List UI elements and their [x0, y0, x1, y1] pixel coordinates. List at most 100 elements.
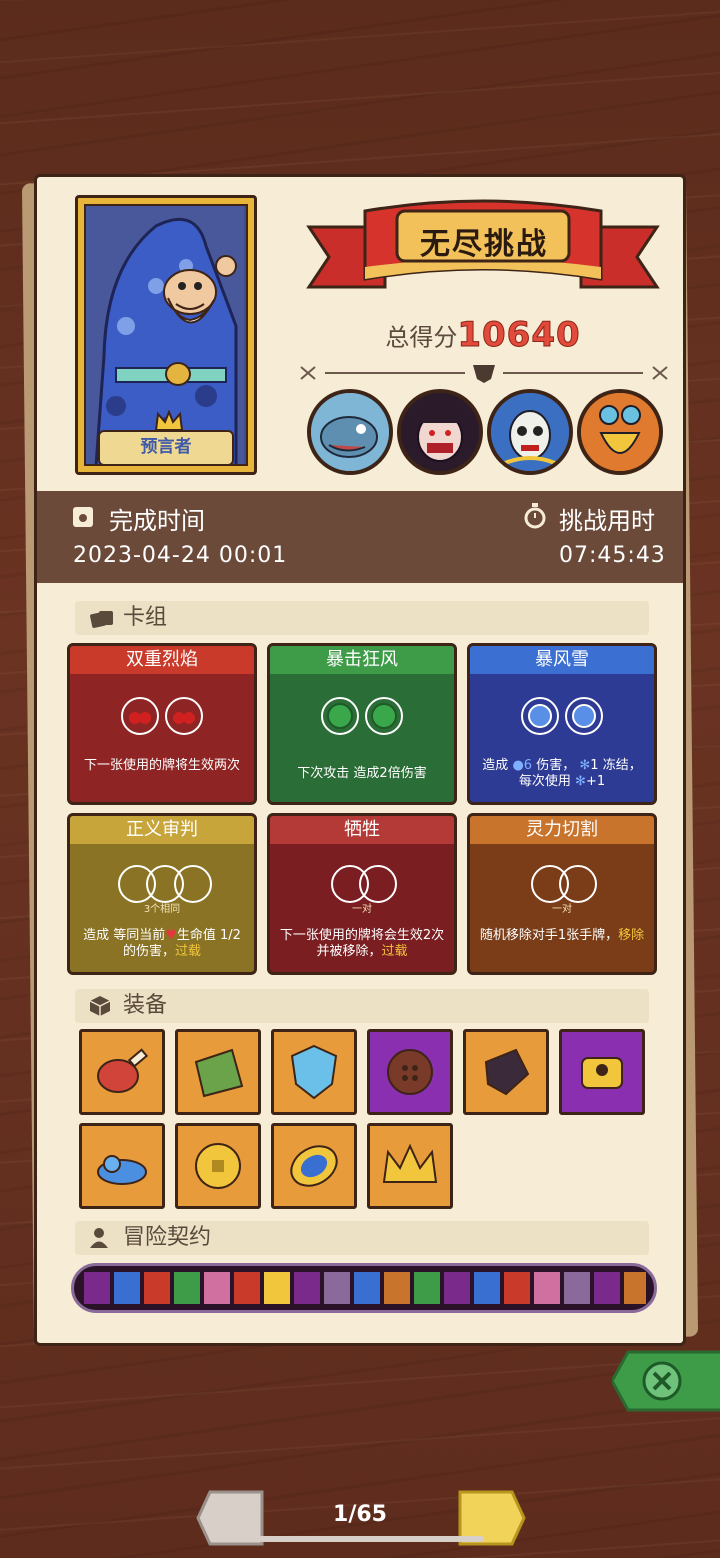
increment-value: +1 [585, 774, 606, 789]
sapphire-brooch-icon [290, 1145, 338, 1187]
card-body: 造成 ●6 伤害， ✻1 冻结，每次使用 ✻+1 [470, 674, 654, 802]
total-score: 总得分10640 [305, 315, 661, 356]
gold-coin-icon [195, 1143, 241, 1189]
close-button[interactable] [610, 1350, 720, 1412]
card-description: 造成 等同当前♥生命值 1/2 的伤害，过载 [76, 928, 248, 960]
card-critical-gale[interactable]: 暴击狂风 下次攻击 造成2倍伤害 [267, 643, 457, 805]
deck-header: 卡组 [123, 605, 168, 630]
score-value: 10640 [457, 315, 581, 356]
equip-meat[interactable] [79, 1029, 165, 1115]
character-portrait[interactable]: 预言者 [75, 195, 257, 475]
stats-bar: 完成时间 2023-04-24 00:01 挑战用时 07:45:43 [37, 491, 683, 583]
card-sacrifice[interactable]: 牺牲 一对 下一张使用的牌将会生效2次并被移除，过载 [267, 813, 457, 975]
result-panel: 预言者 无尽挑战 总得分10640 完成时间 2023-04-24 00:01 … [34, 174, 686, 1346]
card-requirement: 一对 [352, 904, 372, 915]
card-description: 造成 ●6 伤害， ✻1 冻结，每次使用 ✻+1 [476, 758, 648, 790]
person-icon [90, 1228, 108, 1248]
card-blizzard[interactable]: 暴风雪 造成 ●6 伤害， ✻1 冻结，每次使用 ✻+1 [467, 643, 657, 805]
card-desc-part: 伤害， [536, 758, 576, 773]
banner-title: 无尽挑战 [420, 227, 548, 262]
demon-icon [581, 393, 659, 471]
equip-golden-box[interactable] [559, 1029, 645, 1115]
equipment-section-header: 装备 [75, 989, 649, 1023]
contracts-header: 冒险契约 [123, 1225, 212, 1250]
card-body: 3个相同 造成 等同当前♥生命值 1/2 的伤害，过载 [70, 844, 254, 972]
card-desc-part: 下一张使用的牌将会生效2次并被移除， [279, 928, 445, 959]
contract-icons [84, 1272, 646, 1304]
card-double-flame[interactable]: 双重烈焰 下一张使用的牌将生效两次 [67, 643, 257, 805]
equip-moss-stone[interactable] [175, 1029, 261, 1115]
cards-icon [90, 611, 113, 628]
overload-tag: 过载 [175, 944, 202, 959]
crown-icon [154, 410, 184, 431]
heart-icon: ♥ [165, 928, 177, 943]
fish-monster-icon [311, 393, 389, 471]
equip-gold-coin[interactable] [175, 1123, 261, 1209]
cherry-slot-icon [121, 697, 203, 735]
boss-avatar-demon[interactable] [577, 389, 663, 475]
card-body: 一对 随机移除对手1张手牌，移除 [470, 844, 654, 972]
box-icon [89, 996, 111, 1016]
score-label: 总得分 [385, 323, 458, 352]
ornament-divider [300, 365, 668, 383]
contract-list[interactable] [71, 1263, 657, 1313]
card-title: 正义审判 [70, 816, 254, 844]
home-indicator [236, 1536, 484, 1542]
overload-tag: 过载 [381, 944, 408, 959]
snowflake-icon: ✻ [575, 774, 586, 789]
deck-section-header: 卡组 [75, 601, 649, 635]
close-icon [610, 1350, 720, 1412]
remove-tag: 移除 [618, 928, 645, 943]
card-justice-judgment[interactable]: 正义审判 3个相同 造成 等同当前♥生命值 1/2 的伤害，过载 [67, 813, 257, 975]
completion-time-value: 2023-04-24 00:01 [73, 543, 288, 568]
card-title: 双重烈焰 [70, 646, 254, 674]
vampire-icon [401, 393, 479, 471]
golden-box-icon [581, 1057, 623, 1089]
challenge-duration-label: 挑战用时 [559, 507, 655, 535]
moss-stone-icon [194, 1048, 244, 1098]
card-description: 下一张使用的牌将生效两次 [83, 758, 240, 773]
water-icon: ● [512, 758, 524, 773]
card-title: 暴风雪 [470, 646, 654, 674]
character-name: 预言者 [98, 430, 234, 466]
pager: 1/65 [0, 1480, 720, 1558]
card-requirement: 3个相同 [143, 904, 181, 915]
contracts-section-header: 冒险契约 [75, 1221, 649, 1255]
gauntlet-icon [484, 1048, 530, 1096]
page-counter: 1/65 [333, 1502, 387, 1527]
ice-shield-icon [290, 1044, 338, 1100]
card-desc-part: 造成 等同当前 [83, 928, 166, 943]
card-title: 牺牲 [270, 816, 454, 844]
equip-button[interactable] [367, 1029, 453, 1115]
swords-icon [300, 366, 316, 380]
boss-avatar-mask[interactable] [487, 389, 573, 475]
equip-slime[interactable] [79, 1123, 165, 1209]
snowflake-icon: ✻ [579, 758, 591, 773]
card-requirement: 一对 [552, 904, 572, 915]
stopwatch-icon [524, 503, 546, 529]
completion-time-label: 完成时间 [109, 507, 205, 535]
ice-slot-icon [521, 697, 603, 735]
masked-woman-icon [491, 393, 569, 471]
equip-gauntlet[interactable] [463, 1029, 549, 1115]
card-spirit-cut[interactable]: 灵力切割 一对 随机移除对手1张手牌，移除 [467, 813, 657, 975]
card-description: 下次攻击 造成2倍伤害 [297, 766, 427, 781]
watermelon-slot-icon [321, 697, 403, 735]
wooden-button-icon [387, 1049, 433, 1095]
equip-ice-shield[interactable] [271, 1029, 357, 1115]
card-desc-part: 造成 [482, 758, 509, 773]
card-body: 下次攻击 造成2倍伤害 [270, 674, 454, 802]
equipment-header: 装备 [123, 993, 168, 1018]
equip-crown[interactable] [367, 1123, 453, 1209]
meat-leg-icon [97, 1048, 149, 1093]
boss-avatar-fish[interactable] [307, 389, 393, 475]
card-desc-part: 随机移除对手1张手牌， [479, 928, 619, 943]
challenge-duration-value: 07:45:43 [559, 543, 666, 568]
mode-banner: 无尽挑战 [305, 197, 661, 307]
calendar-icon [73, 507, 93, 527]
card-title: 灵力切割 [470, 816, 654, 844]
golden-crown-icon [382, 1143, 438, 1183]
card-description: 下一张使用的牌将会生效2次并被移除，过载 [276, 928, 448, 960]
equip-sapphire[interactable] [271, 1123, 357, 1209]
boss-avatar-vampire[interactable] [397, 389, 483, 475]
